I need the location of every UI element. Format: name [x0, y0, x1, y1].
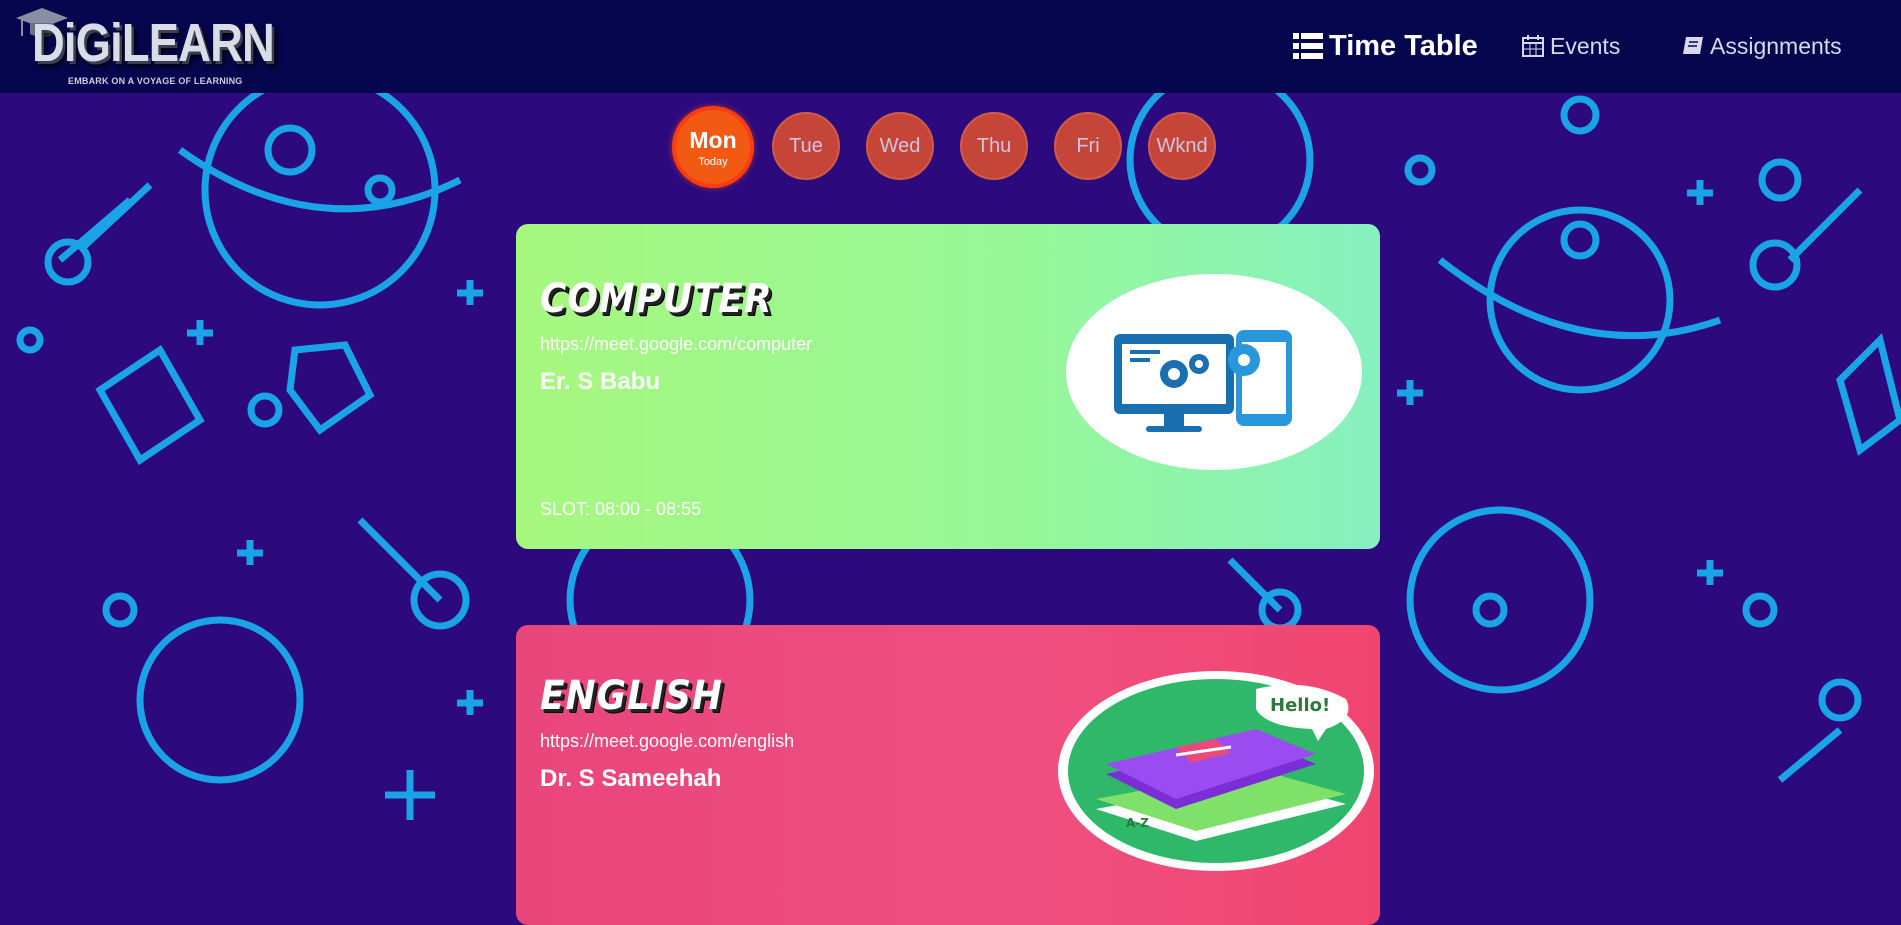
- today-label: Today: [698, 155, 728, 168]
- day-button-thu[interactable]: Thu: [960, 112, 1028, 180]
- nav-events[interactable]: Events: [1522, 24, 1620, 68]
- day-label: Fri: [1076, 134, 1100, 157]
- slot-time: SLOT: 08:00 - 08:55: [540, 499, 702, 519]
- nav-timetable-label: Time Table: [1329, 29, 1478, 62]
- english-books-illustration: Hello! A-Z: [1058, 671, 1374, 871]
- nav-assignments-label: Assignments: [1710, 32, 1842, 59]
- timetable-icon: [1293, 33, 1323, 59]
- class-card-english[interactable]: English https://meet.google.com/english …: [516, 625, 1380, 925]
- day-label: Wknd: [1156, 134, 1208, 157]
- meet-link[interactable]: https://meet.google.com/english: [540, 731, 794, 752]
- day-label: Wed: [879, 134, 921, 157]
- hello-speech-text: Hello!: [1270, 695, 1330, 716]
- nav-timetable[interactable]: Time Table: [1293, 24, 1478, 68]
- teacher-name: Dr. S Sameehah: [540, 765, 722, 792]
- calendar-icon: [1522, 35, 1544, 57]
- meet-link[interactable]: https://meet.google.com/computer: [540, 334, 812, 355]
- top-navbar: DiGiLEARN EMBARK ON A VOYAGE OF LEARNING…: [0, 0, 1901, 93]
- svg-text:A-Z: A-Z: [1126, 816, 1149, 830]
- computer-devices-illustration: [1066, 274, 1362, 470]
- nav-assignments[interactable]: Assignments: [1682, 24, 1842, 68]
- day-button-wed[interactable]: Wed: [866, 112, 934, 180]
- subject-title: English: [540, 673, 723, 719]
- day-button-fri[interactable]: Fri: [1054, 112, 1122, 180]
- day-label: Mon: [689, 126, 737, 153]
- book-icon: [1683, 37, 1703, 54]
- day-button-tue[interactable]: Tue: [772, 112, 840, 180]
- nav-links: Time Table Events Assignments: [0, 24, 1901, 68]
- day-label: Thu: [976, 134, 1012, 157]
- class-card-computer[interactable]: Computer https://meet.google.com/compute…: [516, 224, 1380, 549]
- nav-events-label: Events: [1550, 32, 1621, 59]
- day-button-wknd[interactable]: Wknd: [1148, 112, 1216, 180]
- day-button-mon[interactable]: Mon Today: [672, 106, 754, 188]
- day-label: Tue: [789, 134, 823, 157]
- teacher-name: Er. S Babu: [540, 368, 661, 395]
- brand-tagline: EMBARK ON A VOYAGE OF LEARNING: [68, 76, 243, 86]
- subject-title: Computer: [540, 276, 773, 322]
